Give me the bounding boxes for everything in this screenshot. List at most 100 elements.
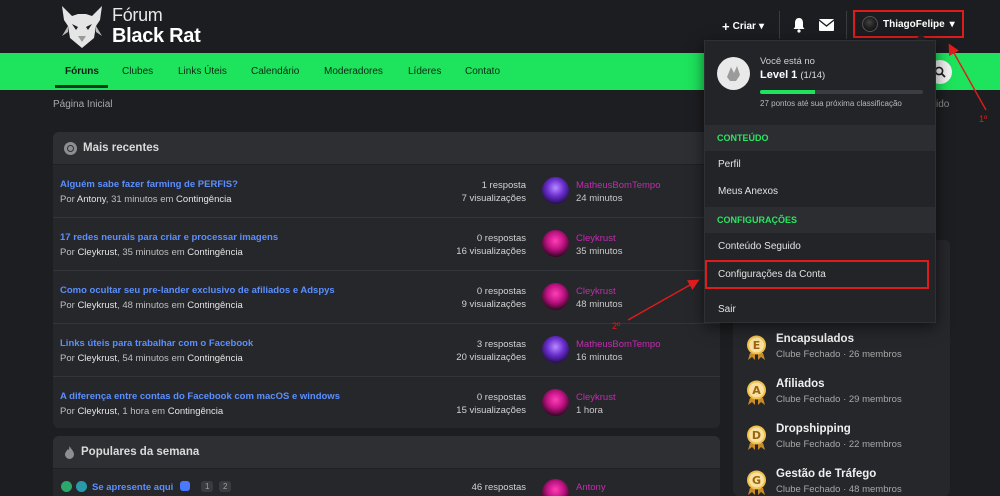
club-badge-icon: G <box>747 470 766 495</box>
avatar <box>862 16 878 32</box>
avatar[interactable] <box>542 230 569 257</box>
club-name[interactable]: Afiliados <box>776 378 825 390</box>
topic-author[interactable]: Cleykrust <box>77 406 117 417</box>
avatar[interactable] <box>542 283 569 310</box>
menu-item-attachments[interactable]: Meus Anexos <box>718 186 778 197</box>
topic-stats: 3 respostas 20 visualizações <box>456 338 526 364</box>
level-caption: Você está no <box>760 56 815 67</box>
topic-title[interactable]: Alguém sabe fazer farming de PERFIS? <box>60 179 238 190</box>
last-poster[interactable]: MatheusBomTempo <box>576 338 660 351</box>
topic-title[interactable]: Como ocultar seu pre-lander exclusivo de… <box>60 285 335 296</box>
last-poster[interactable]: Cleykrust <box>576 285 622 298</box>
site-logo[interactable]: Fórum Black Rat <box>56 2 201 50</box>
username: ThiagoFelipe <box>883 18 945 30</box>
nav-item-calendario[interactable]: Calendário <box>251 66 299 77</box>
hand-wave-icon <box>180 481 190 491</box>
reply-count: 0 respostas <box>476 286 526 297</box>
topic-author[interactable]: Antony <box>77 194 106 205</box>
club-item[interactable]: D Dropshipping Clube Fechado · 22 membros <box>746 423 946 463</box>
last-poster[interactable]: Cleykrust <box>576 391 616 404</box>
club-item[interactable]: E Encapsulados Clube Fechado · 26 membros <box>746 333 946 373</box>
last-post-time: 24 minutos <box>576 193 623 204</box>
last-post: MatheusBomTempo 24 minutos <box>576 179 660 205</box>
bell-icon[interactable] <box>792 17 806 33</box>
breadcrumb[interactable]: Página Inicial <box>53 99 112 110</box>
topic-author[interactable]: Cleykrust <box>77 247 117 258</box>
page-link[interactable]: 2 <box>219 481 232 492</box>
row-title[interactable]: Se apresente aqui <box>92 482 173 493</box>
topic-author[interactable]: Cleykrust <box>77 300 117 311</box>
avatar[interactable] <box>542 336 569 363</box>
avatar[interactable] <box>542 177 569 204</box>
level-name: Level 1 (1/14) <box>760 69 826 81</box>
panel-header: Mais recentes <box>53 132 720 165</box>
last-poster[interactable]: Cleykrust <box>576 232 622 245</box>
club-badge-icon: D <box>747 425 766 450</box>
topic-forum[interactable]: Contingência <box>187 247 242 258</box>
svg-text:E: E <box>753 339 761 352</box>
nav-item-moderadores[interactable]: Moderadores <box>324 66 383 77</box>
topic-author[interactable]: Cleykrust <box>77 353 117 364</box>
create-button[interactable]: + Criar ▾ <box>722 19 764 34</box>
club-name[interactable]: Encapsulados <box>776 333 854 345</box>
panel-title: Populares da semana <box>81 446 200 458</box>
annotation-highlight-box <box>705 260 929 289</box>
annotation-step1: 1º <box>979 114 988 124</box>
club-name[interactable]: Dropshipping <box>776 423 851 435</box>
last-post-time: 1 hora <box>576 405 603 416</box>
section-content-header: CONTEÚDO <box>705 125 935 151</box>
reply-count: 0 respostas <box>476 233 526 244</box>
club-item[interactable]: G Gestão de Tráfego Clube Fechado · 48 mem… <box>746 468 946 496</box>
topic-title[interactable]: 17 redes neurais para criar e processar … <box>60 232 278 243</box>
topic-meta: Por Cleykrust, 35 minutos em Contingênci… <box>60 247 243 258</box>
level-progress-note: 27 pontos até sua próxima classificação <box>760 99 902 108</box>
nav-item-foruns[interactable]: Fóruns <box>65 66 99 77</box>
topic-row[interactable]: Como ocultar seu pre-lander exclusivo de… <box>53 271 720 324</box>
create-label: Criar <box>732 21 756 32</box>
logo-line1: Fórum <box>112 5 163 25</box>
topic-forum[interactable]: Contingência <box>168 406 223 417</box>
view-count: 20 visualizações <box>456 352 526 363</box>
last-post: Cleykrust 1 hora <box>576 391 616 417</box>
topic-forum[interactable]: Contingência <box>187 353 242 364</box>
nav-item-clubes[interactable]: Clubes <box>122 66 153 77</box>
plus-icon: + <box>722 19 730 34</box>
nav-item-links-uteis[interactable]: Links Úteis <box>178 66 227 77</box>
menu-item-logout[interactable]: Sair <box>718 304 736 315</box>
page-link[interactable]: 1 <box>201 481 214 492</box>
nav-item-lideres[interactable]: Líderes <box>408 66 441 77</box>
nav-item-contato[interactable]: Contato <box>465 66 500 77</box>
last-poster[interactable]: MatheusBomTempo <box>576 179 660 192</box>
topic-forum[interactable]: Contingência <box>176 194 231 205</box>
club-info: Clube Fechado · 26 membros <box>776 349 902 360</box>
topic-stats: 0 respostas 15 visualizações <box>456 391 526 417</box>
caret-down-icon: ▾ <box>758 21 764 32</box>
level-progress-bar <box>760 90 923 94</box>
locked-icon <box>76 481 87 492</box>
view-count: 15 visualizações <box>456 405 526 416</box>
reply-count: 3 respostas <box>476 339 526 350</box>
menu-item-profile[interactable]: Perfil <box>718 159 741 170</box>
last-post: Cleykrust 35 minutos <box>576 232 622 258</box>
topic-row[interactable]: 17 redes neurais para criar e processar … <box>53 218 720 271</box>
header-divider <box>846 11 847 39</box>
breadcrumb-right-fragment: ido <box>936 99 950 110</box>
club-badge-icon: A <box>747 380 766 405</box>
menu-item-followed-content[interactable]: Conteúdo Seguido <box>718 241 801 252</box>
club-item[interactable]: A Afiliados Clube Fechado · 29 membros <box>746 378 946 418</box>
topic-meta: Por Cleykrust, 1 hora em Contingência <box>60 406 224 417</box>
user-menu-button[interactable]: ThiagoFelipe ▾ <box>853 10 964 38</box>
club-name[interactable]: Gestão de Tráfego <box>776 468 876 480</box>
topic-row[interactable]: A diferença entre contas do Facebook com… <box>53 377 720 428</box>
avatar[interactable] <box>542 389 569 416</box>
last-poster[interactable]: Antony <box>576 482 606 493</box>
topic-row[interactable]: Alguém sabe fazer farming de PERFIS? Por … <box>53 165 720 218</box>
topic-forum[interactable]: Contingência <box>187 300 242 311</box>
avatar[interactable] <box>542 479 569 496</box>
topic-row[interactable]: Links úteis para trabalhar com o Faceboo… <box>53 324 720 377</box>
topic-meta: Por Antony, 31 minutos em Contingência <box>60 194 232 205</box>
mail-icon[interactable] <box>819 19 834 31</box>
topic-title[interactable]: Links úteis para trabalhar com o Faceboo… <box>60 338 253 349</box>
topic-stats: 0 respostas 16 visualizações <box>456 232 526 258</box>
topic-title[interactable]: A diferença entre contas do Facebook com… <box>60 391 340 402</box>
